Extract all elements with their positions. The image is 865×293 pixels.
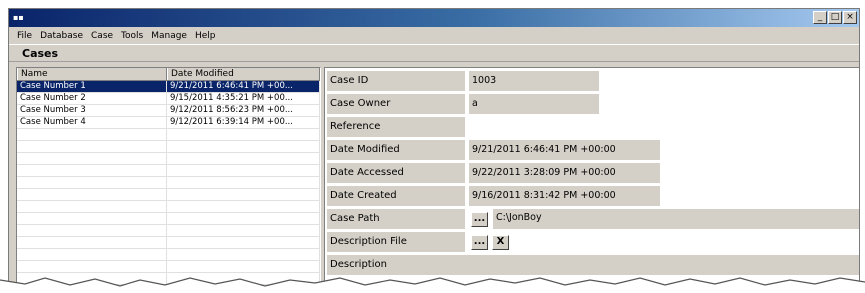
case-name-cell: [17, 213, 167, 224]
empty-row: [17, 237, 320, 249]
case-id-row: Case ID 1003: [325, 71, 859, 93]
date-modified-cell: [167, 177, 320, 188]
window-controls: _ □ ×: [813, 11, 857, 24]
case-owner-field[interactable]: a: [469, 94, 599, 114]
case-name-cell: [17, 141, 167, 152]
case-name-cell: Case Number 4: [17, 117, 167, 128]
date-modified-cell: 9/21/2011 6:46:41 PM +00...: [167, 81, 320, 92]
table-row[interactable]: Case Number 1 9/21/2011 6:46:41 PM +00...: [17, 81, 320, 93]
date-accessed-row: Date Accessed 9/22/2011 3:28:09 PM +00:0…: [325, 163, 859, 185]
empty-row: [17, 201, 320, 213]
case-list[interactable]: Name Date Modified Case Number 1 9/21/201…: [16, 67, 321, 292]
menu-case[interactable]: Case: [87, 31, 117, 41]
case-id-label: Case ID: [327, 71, 465, 91]
description-file-row: Description File ... X: [325, 232, 859, 254]
empty-row: [17, 225, 320, 237]
case-name-cell: [17, 189, 167, 200]
empty-row: [17, 141, 320, 153]
description-file-label: Description File: [327, 232, 465, 252]
description-file-browse-button[interactable]: ...: [471, 235, 488, 250]
empty-row: [17, 153, 320, 165]
menu-file[interactable]: File: [13, 31, 36, 41]
table-row[interactable]: Case Number 2 9/15/2011 4:35:21 PM +00...: [17, 93, 320, 105]
cases-window: ▪▪ _ □ × File Database Case Tools Manage…: [8, 8, 860, 293]
date-modified-cell: [167, 225, 320, 236]
date-modified-cell: 9/15/2011 4:35:21 PM +00...: [167, 93, 320, 104]
empty-row: [17, 249, 320, 261]
date-created-row: Date Created 9/16/2011 8:31:42 PM +00:00: [325, 186, 859, 208]
menu-database[interactable]: Database: [36, 31, 87, 41]
list-header: Name Date Modified: [17, 68, 320, 81]
date-modified-cell: [167, 237, 320, 248]
date-modified-cell: 9/12/2011 6:39:14 PM +00...: [167, 117, 320, 128]
case-name-cell: Case Number 1: [17, 81, 167, 92]
case-path-browse-button[interactable]: ...: [471, 212, 488, 227]
maximize-button[interactable]: □: [828, 11, 842, 24]
case-name-cell: [17, 153, 167, 164]
column-header-date-modified[interactable]: Date Modified: [167, 68, 320, 80]
minimize-button[interactable]: _: [813, 11, 827, 24]
menu-manage[interactable]: Manage: [147, 31, 191, 41]
date-modified-row: Date Modified 9/21/2011 6:46:41 PM +00:0…: [325, 140, 859, 162]
case-name-cell: [17, 225, 167, 236]
menu-tools[interactable]: Tools: [117, 31, 147, 41]
case-owner-row: Case Owner a: [325, 94, 859, 116]
case-path-label: Case Path: [327, 209, 465, 229]
column-header-name[interactable]: Name: [17, 68, 167, 80]
date-accessed-field: 9/22/2011 3:28:09 PM +00:00: [469, 163, 660, 183]
date-modified-cell: [167, 201, 320, 212]
date-modified-cell: [167, 249, 320, 260]
date-created-label: Date Created: [327, 186, 465, 206]
table-row[interactable]: Case Number 3 9/12/2011 8:56:23 PM +00...: [17, 105, 320, 117]
case-properties: Case ID 1003 Case Owner a Reference Date…: [324, 67, 859, 292]
date-modified-label: Date Modified: [327, 140, 465, 160]
case-owner-label: Case Owner: [327, 94, 465, 114]
menu-help[interactable]: Help: [191, 31, 220, 41]
date-modified-field: 9/21/2011 6:46:41 PM +00:00: [469, 140, 660, 160]
date-modified-cell: [167, 189, 320, 200]
list-body: Case Number 1 9/21/2011 6:46:41 PM +00...…: [17, 81, 320, 285]
case-path-field[interactable]: C:\JonBoy: [493, 209, 859, 229]
case-name-cell: [17, 177, 167, 188]
case-name-cell: [17, 165, 167, 176]
date-modified-cell: [167, 213, 320, 224]
date-accessed-label: Date Accessed: [327, 163, 465, 183]
empty-row: [17, 165, 320, 177]
date-modified-cell: [167, 153, 320, 164]
case-name-cell: [17, 237, 167, 248]
empty-row: [17, 189, 320, 201]
empty-row: [17, 177, 320, 189]
date-modified-cell: [167, 165, 320, 176]
date-modified-cell: [167, 129, 320, 140]
title-bar: ▪▪ _ □ ×: [9, 9, 859, 27]
date-modified-cell: [167, 141, 320, 152]
case-path-row: Case Path ... C:\JonBoy: [325, 209, 859, 231]
panel-title: Cases: [9, 44, 859, 62]
empty-row: [17, 213, 320, 225]
menu-bar: File Database Case Tools Manage Help: [9, 27, 859, 44]
torn-edge: [0, 277, 865, 293]
reference-label: Reference: [327, 117, 465, 137]
reference-row: Reference: [325, 117, 859, 139]
date-created-field: 9/16/2011 8:31:42 PM +00:00: [469, 186, 660, 206]
case-name-cell: [17, 249, 167, 260]
close-button[interactable]: ×: [843, 11, 857, 24]
table-row[interactable]: Case Number 4 9/12/2011 6:39:14 PM +00...: [17, 117, 320, 129]
app-icon: ▪▪: [13, 13, 24, 22]
reference-field[interactable]: [469, 117, 599, 137]
case-name-cell: Case Number 2: [17, 93, 167, 104]
case-name-cell: [17, 129, 167, 140]
case-name-cell: Case Number 3: [17, 105, 167, 116]
date-modified-cell: 9/12/2011 8:56:23 PM +00...: [167, 105, 320, 116]
case-name-cell: [17, 201, 167, 212]
case-id-field[interactable]: 1003: [469, 71, 599, 91]
description-file-clear-button[interactable]: X: [492, 235, 509, 250]
empty-row: [17, 129, 320, 141]
